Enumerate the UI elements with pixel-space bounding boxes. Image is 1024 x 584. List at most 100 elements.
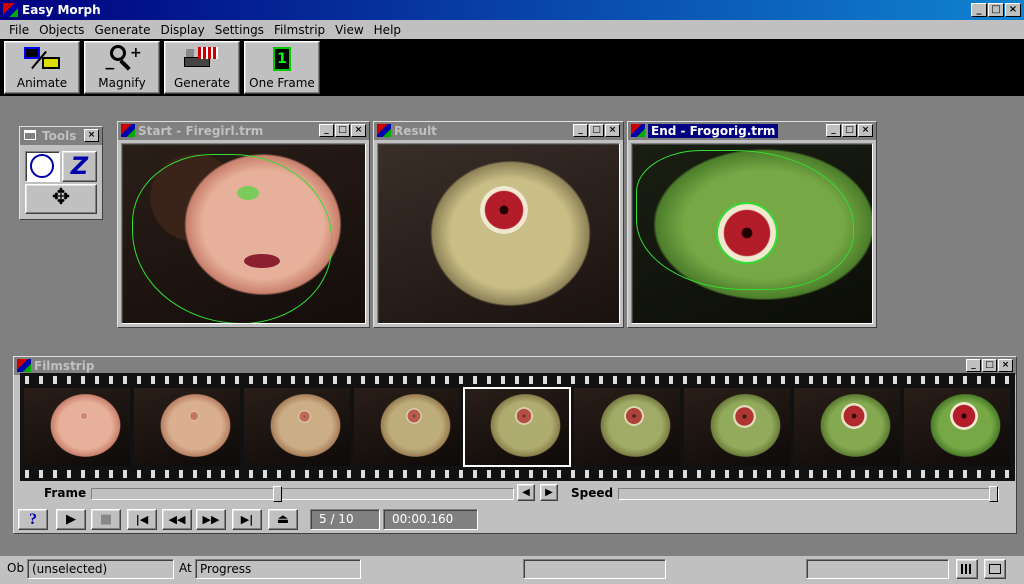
generate-icon <box>182 45 222 73</box>
animate-icon <box>22 45 62 73</box>
filmstrip-minimize-button[interactable]: _ <box>966 359 981 372</box>
time-display: 00:00.160 <box>383 509 478 530</box>
ellipse-tool-button[interactable] <box>25 151 60 182</box>
first-frame-button[interactable]: |◀ <box>127 509 157 530</box>
end-titlebar[interactable]: End - Frogorig.trm _ □ × <box>628 122 876 140</box>
start-window-icon <box>121 124 135 137</box>
end-title: End - Frogorig.trm <box>648 124 779 138</box>
minimize-button[interactable]: _ <box>971 3 987 17</box>
close-button[interactable]: × <box>1005 3 1021 17</box>
help-button[interactable]: ? <box>18 509 48 530</box>
menu-objects[interactable]: Objects <box>34 23 89 37</box>
result-image[interactable] <box>377 143 620 324</box>
end-close-button[interactable]: × <box>858 124 873 137</box>
one-frame-label: One Frame <box>249 76 315 90</box>
filmstrip-frame-eye <box>732 404 756 428</box>
filmstrip-close-button[interactable]: × <box>998 359 1013 372</box>
rewind-button[interactable]: ◀◀ <box>162 509 192 530</box>
single-view-icon <box>989 564 1001 574</box>
start-close-button[interactable]: × <box>351 124 366 137</box>
filmstrip-frame-eye <box>623 405 645 427</box>
result-window-icon <box>377 124 391 137</box>
fast-forward-button[interactable]: ▶▶ <box>196 509 226 530</box>
maximize-button[interactable]: □ <box>988 3 1004 17</box>
start-window: Start - Firegirl.trm _ □ × <box>117 121 370 328</box>
menu-view[interactable]: View <box>330 23 368 37</box>
start-maximize-button[interactable]: □ <box>335 124 350 137</box>
single-view-button[interactable] <box>984 559 1006 579</box>
play-button[interactable]: ▶ <box>56 509 86 530</box>
filmstrip-frame-eye <box>188 410 200 422</box>
filmstrip-frame[interactable] <box>134 388 240 466</box>
filmstrip-frame[interactable] <box>794 388 900 466</box>
generate-button[interactable]: Generate <box>164 41 240 94</box>
generate-label: Generate <box>173 76 231 90</box>
end-window: End - Frogorig.trm _ □ × <box>627 121 877 328</box>
start-image[interactable] <box>121 143 366 324</box>
frame-slider-thumb[interactable] <box>273 486 282 502</box>
menu-file[interactable]: File <box>4 23 34 37</box>
move-tool-button[interactable]: ✥ <box>25 184 97 214</box>
status-empty-panel <box>806 559 949 579</box>
menu-help[interactable]: Help <box>369 23 406 37</box>
status-ob-value: (unselected) <box>27 559 174 579</box>
tools-title: Tools <box>42 129 77 143</box>
frame-next-button[interactable]: ▶ <box>540 484 558 501</box>
stop-button[interactable]: ■ <box>91 509 121 530</box>
status-progress-panel <box>523 559 666 579</box>
film-sprockets-bottom <box>20 470 1015 478</box>
polyline-icon: Z <box>70 152 89 180</box>
filmstrip-frame-eye <box>297 409 311 423</box>
tools-close-button[interactable]: × <box>84 129 99 142</box>
tools-titlebar[interactable]: Tools × <box>20 127 102 145</box>
result-close-button[interactable]: × <box>605 124 620 137</box>
filmstrip-frame-eye <box>406 408 422 424</box>
move-icon: ✥ <box>51 185 71 210</box>
end-image[interactable] <box>631 143 873 324</box>
filmstrip-frame-eye <box>841 403 867 429</box>
filmstrip-frame[interactable] <box>904 388 1010 466</box>
filmstrip-frame[interactable] <box>463 387 571 467</box>
filmstrip-view-icon <box>961 564 973 574</box>
result-maximize-button[interactable]: □ <box>589 124 604 137</box>
filmstrip-frame[interactable] <box>24 388 130 466</box>
filmstrip-frame[interactable] <box>684 388 790 466</box>
menu-display[interactable]: Display <box>155 23 209 37</box>
menu-generate[interactable]: Generate <box>89 23 155 37</box>
app-title: Easy Morph <box>22 3 101 17</box>
animate-label: Animate <box>16 76 68 90</box>
speed-label: Speed <box>571 486 614 500</box>
start-minimize-button[interactable]: _ <box>319 124 334 137</box>
menu-settings[interactable]: Settings <box>210 23 269 37</box>
polyline-tool-button[interactable]: Z <box>62 151 97 182</box>
filmstrip-maximize-button[interactable]: □ <box>982 359 997 372</box>
end-minimize-button[interactable]: _ <box>826 124 841 137</box>
filmstrip-frame[interactable] <box>354 388 460 466</box>
film-sprockets-top <box>20 376 1015 384</box>
one-frame-button[interactable]: 1 One Frame <box>244 41 320 94</box>
frame-label: Frame <box>44 486 87 500</box>
animate-button[interactable]: Animate <box>4 41 80 94</box>
last-frame-button[interactable]: ▶| <box>232 509 262 530</box>
filmstrip-view-button[interactable] <box>956 559 978 579</box>
filmstrip-frame[interactable] <box>244 388 350 466</box>
frame-slider-track[interactable] <box>91 486 514 502</box>
ellipse-icon <box>30 154 54 178</box>
speed-slider-track[interactable] <box>618 486 999 502</box>
magnify-icon: + − <box>104 45 142 77</box>
app-titlebar: Easy Morph _ □ × <box>0 0 1024 20</box>
result-window: Result _ □ × <box>373 121 624 328</box>
speed-slider-thumb[interactable] <box>989 486 998 502</box>
result-eye <box>480 186 528 234</box>
frame-prev-button[interactable]: ◀ <box>517 484 535 501</box>
eject-button[interactable]: ⏏ <box>268 509 298 530</box>
app-icon[interactable] <box>3 3 18 17</box>
result-minimize-button[interactable]: _ <box>573 124 588 137</box>
magnify-button[interactable]: + − Magnify <box>84 41 160 94</box>
result-titlebar[interactable]: Result _ □ × <box>374 122 623 140</box>
magnify-label: Magnify <box>98 76 146 90</box>
filmstrip-frame[interactable] <box>574 388 680 466</box>
menu-filmstrip[interactable]: Filmstrip <box>269 23 330 37</box>
start-titlebar[interactable]: Start - Firegirl.trm _ □ × <box>118 122 369 140</box>
end-maximize-button[interactable]: □ <box>842 124 857 137</box>
